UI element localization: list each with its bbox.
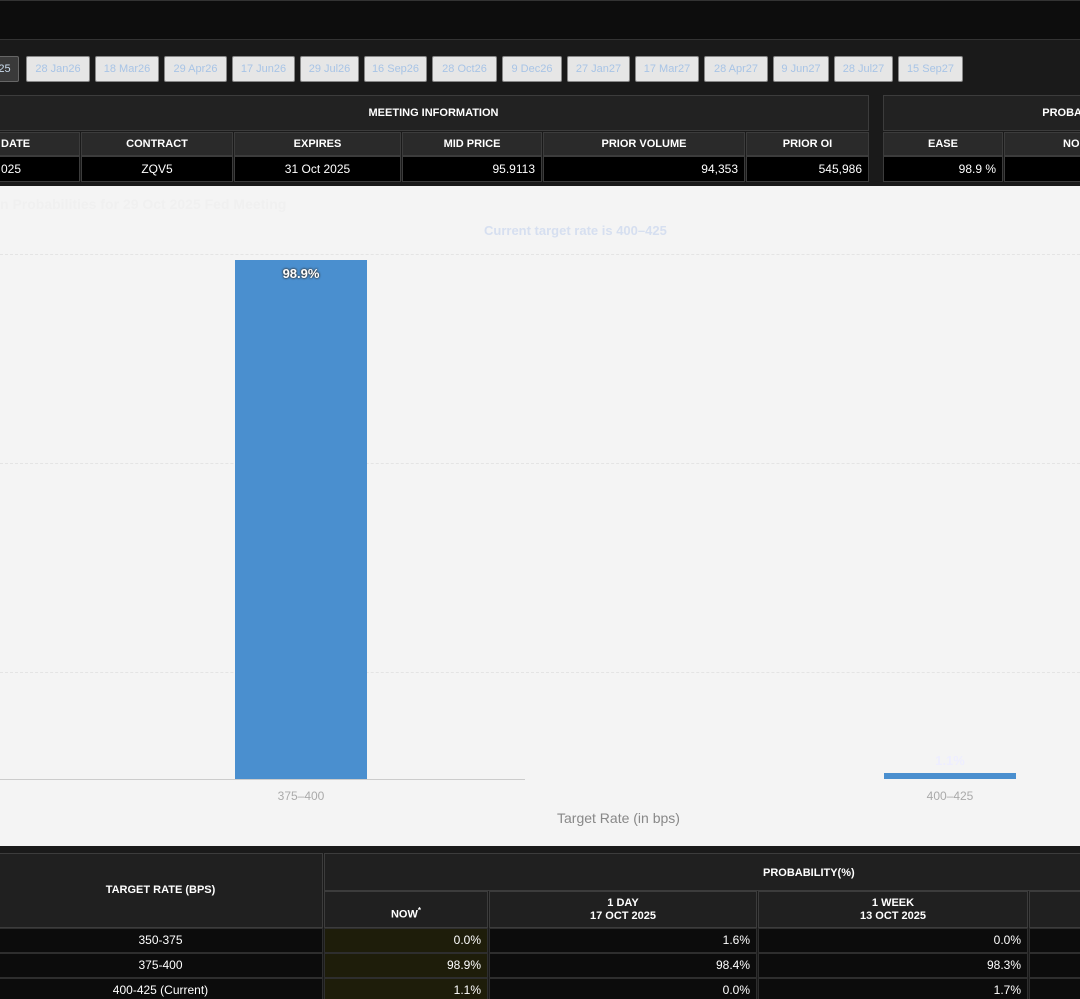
col-1-day-date: 17 OCT 2025 <box>589 910 657 922</box>
gridline <box>0 672 1080 673</box>
tab-meeting-11[interactable]: 28 Apr27 <box>704 56 768 82</box>
prob-1-day-cell: 1.6% <box>489 928 757 953</box>
prior-oi-value: 545,986 <box>746 156 869 182</box>
no-change-value <box>1004 156 1080 182</box>
rate-cell: 350-375 <box>0 928 323 953</box>
tab-meeting-9[interactable]: 27 Jan27 <box>567 56 630 82</box>
prob-1-week-cell: 0.0% <box>758 928 1028 953</box>
col-1-day-label: 1 DAY <box>607 897 639 909</box>
col-prior-oi: PRIOR OI <box>746 132 869 156</box>
chart-title: n Probabilities for 29 Oct 2025 Fed Meet… <box>0 196 287 212</box>
x-tick-400-425: 400–425 <box>926 789 974 803</box>
prob-now-cell: 98.9% <box>324 953 488 978</box>
col-expires: EXPIRES <box>234 132 401 156</box>
rate-cell: 400-425 (Current) <box>0 978 323 999</box>
col-no-change: NO <box>1004 132 1080 156</box>
chart-subtitle: Current target rate is 400–425 <box>484 223 667 238</box>
gridline <box>0 463 1080 464</box>
col-date: DATE <box>0 132 80 156</box>
col-now-label: NOW <box>390 908 418 921</box>
bar-label-400-425: 1.1% <box>935 753 965 769</box>
col-mid-price: MID PRICE <box>402 132 542 156</box>
rate-cell: 375-400 <box>0 953 323 978</box>
tab-meeting-1[interactable]: 28 Jan26 <box>26 56 90 82</box>
bar-375-400[interactable] <box>235 259 367 779</box>
tab-meeting-14[interactable]: 15 Sep27 <box>898 56 963 82</box>
tab-meeting-13[interactable]: 28 Jul27 <box>834 56 893 82</box>
tab-meeting-10[interactable]: 17 Mar27 <box>635 56 699 82</box>
probability-title: PROBABILITY(%) <box>324 853 1080 891</box>
col-prior-volume: PRIOR VOLUME <box>543 132 745 156</box>
x-axis-line <box>0 779 525 780</box>
x-tick-375-400: 375–400 <box>277 789 325 803</box>
probability-title-text: PROBABILITY(%) <box>763 867 855 879</box>
target-rate-header: TARGET RATE (BPS) <box>0 853 323 928</box>
ease-value: 98.9 % <box>883 156 1003 182</box>
tab-meeting-5[interactable]: 29 Jul26 <box>300 56 359 82</box>
prob-now-cell: 1.1% <box>324 978 488 999</box>
tab-meeting-0[interactable]: 25 <box>0 56 19 82</box>
meeting-information-header: MEETING INFORMATION <box>0 95 869 131</box>
col-1-week: 1 WEEK 13 OCT 2025 <box>758 891 1028 928</box>
target-rate-chart: n Probabilities for 29 Oct 2025 Fed Meet… <box>0 186 1080 846</box>
tab-meeting-12[interactable]: 9 Jun27 <box>773 56 829 82</box>
gridline <box>0 254 1080 255</box>
prob-extra-cell <box>1029 978 1080 999</box>
x-axis-label: Target Rate (in bps) <box>557 810 680 826</box>
col-next-cutoff <box>1029 891 1080 928</box>
expires-value: 31 Oct 2025 <box>234 156 401 182</box>
meeting-date-value: 025 <box>0 156 80 182</box>
col-1-week-date: 13 OCT 2025 <box>859 910 927 922</box>
mid-price-value: 95.9113 <box>402 156 542 182</box>
col-now-mark: * <box>417 906 421 915</box>
tab-meeting-6[interactable]: 16 Sep26 <box>364 56 427 82</box>
col-now: NOW* <box>324 891 488 928</box>
col-1-week-label: 1 WEEK <box>871 897 915 909</box>
prob-1-day-cell: 98.4% <box>489 953 757 978</box>
prob-extra-cell <box>1029 928 1080 953</box>
prob-1-week-cell: 98.3% <box>758 953 1028 978</box>
col-contract: CONTRACT <box>81 132 233 156</box>
prior-volume-value: 94,353 <box>543 156 745 182</box>
contract-value: ZQV5 <box>81 156 233 182</box>
bar-400-425[interactable] <box>884 773 1016 779</box>
prob-1-week-cell: 1.7% <box>758 978 1028 999</box>
top-bar <box>0 0 1080 40</box>
tab-meeting-7[interactable]: 28 Oct26 <box>432 56 497 82</box>
col-1-day: 1 DAY 17 OCT 2025 <box>489 891 757 928</box>
tab-meeting-3[interactable]: 29 Apr26 <box>164 56 227 82</box>
tab-meeting-2[interactable]: 18 Mar26 <box>95 56 159 82</box>
bar-label-375-400: 98.9% <box>282 265 320 281</box>
tab-meeting-8[interactable]: 9 Dec26 <box>502 56 562 82</box>
prob-now-cell: 0.0% <box>324 928 488 953</box>
col-ease: EASE <box>883 132 1003 156</box>
tab-meeting-4[interactable]: 17 Jun26 <box>232 56 295 82</box>
prob-1-day-cell: 0.0% <box>489 978 757 999</box>
probability-header: PROBA <box>883 95 1080 131</box>
prob-extra-cell <box>1029 953 1080 978</box>
